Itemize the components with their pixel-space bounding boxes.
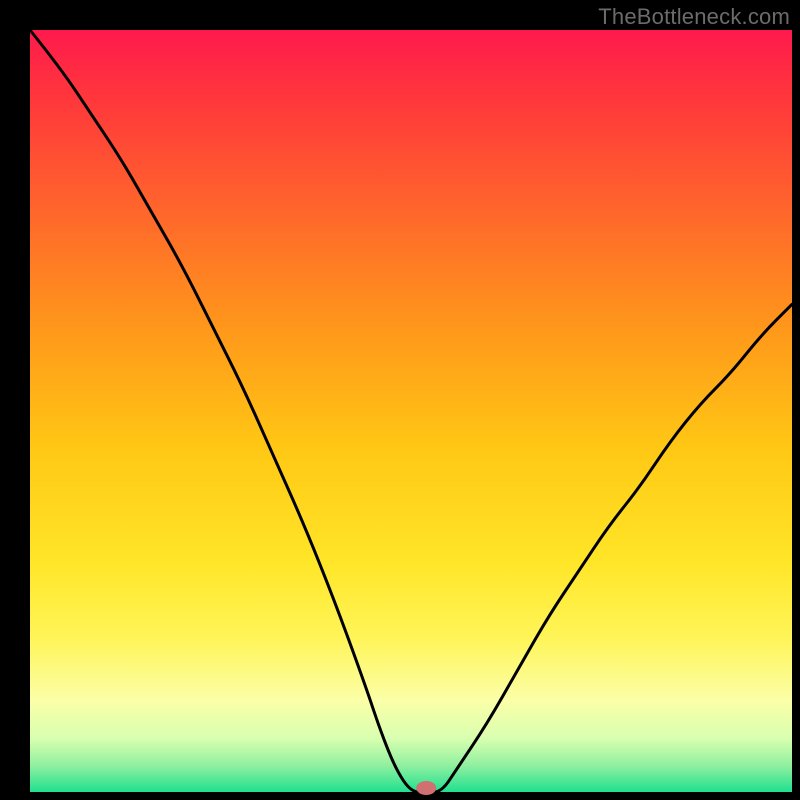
chart-background: [30, 30, 792, 792]
chart-frame: TheBottleneck.com: [0, 0, 800, 800]
watermark-text: TheBottleneck.com: [598, 4, 790, 30]
bottleneck-chart: [0, 0, 800, 800]
optimal-point-marker: [416, 781, 436, 795]
